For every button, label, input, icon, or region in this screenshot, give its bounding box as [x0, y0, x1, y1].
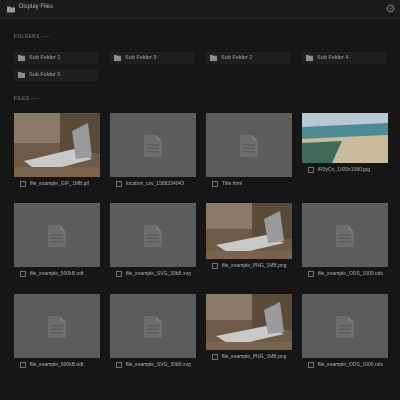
window-title: Display Files [19, 4, 54, 10]
file-thumbnail [206, 294, 292, 350]
folder-icon [114, 55, 121, 61]
file-icon [212, 354, 218, 360]
file-thumbnail [110, 294, 196, 358]
file-icon [308, 167, 314, 173]
file-name: file_example_PNG_1MB.png [222, 354, 287, 360]
folder-item[interactable]: Sub Folder 1 [14, 52, 98, 64]
document-icon [336, 316, 354, 338]
document-icon [336, 225, 354, 247]
file-thumbnail [110, 203, 196, 267]
file-name: file_example_SVG_30kB.svg [126, 271, 191, 277]
folder-icon [18, 72, 25, 78]
file-caption: file_example_SVG_30kB.svg [110, 269, 196, 279]
file-caption: file_example_ODS_1000.ods [302, 360, 388, 370]
file-icon [20, 181, 26, 187]
document-icon [240, 135, 258, 157]
document-icon [48, 316, 66, 338]
file-icon [116, 181, 122, 187]
file-icon [308, 271, 314, 277]
file-thumbnail [302, 294, 388, 358]
folder-item[interactable]: Sub Folder 4 [302, 52, 386, 64]
file-thumbnail [302, 203, 388, 267]
folder-item[interactable]: Sub Folder 5 [14, 69, 98, 81]
file-name: location_csv_1588334043 [126, 181, 185, 187]
file-caption: file_example_ODS_1000.ods [302, 269, 388, 279]
document-icon [144, 316, 162, 338]
file-caption: file_example_500kB.odt [14, 360, 100, 370]
file-icon [212, 263, 218, 269]
file-thumbnail [14, 294, 100, 358]
file-thumbnail [302, 113, 388, 163]
file-name: file_example_ODS_1000.ods [318, 271, 384, 277]
document-icon [48, 225, 66, 247]
file-icon [308, 362, 314, 368]
file-caption: file_example_500kB.odt [14, 269, 100, 279]
file-icon [116, 271, 122, 277]
folder-icon [306, 55, 313, 61]
file-thumbnail [14, 203, 100, 267]
folder-item[interactable]: Sub Folder 2 [206, 52, 290, 64]
file-name: iR3yCn_1920x1080.jpg [318, 167, 370, 173]
folder-label: Sub Folder 2 [221, 55, 253, 61]
file-caption: Title.html [206, 179, 292, 189]
file-icon [116, 362, 122, 368]
folder-icon [210, 55, 217, 61]
file-caption: file_example_PNG_1MB.png [206, 261, 292, 271]
file-thumbnail [14, 113, 100, 177]
file-name: file_example_ODS_1000.ods [318, 362, 384, 368]
folder-label: Sub Folder 1 [29, 55, 61, 61]
folder-label: Sub Folder 4 [317, 55, 349, 61]
file-icon [20, 271, 26, 277]
files-section-label: FILES ---- [14, 96, 39, 102]
folder-item[interactable]: Sub Folder 3 [110, 52, 194, 64]
file-thumbnail [206, 203, 292, 259]
file-caption: file_example_PNG_1MB.png [206, 352, 292, 362]
file-name: file_example_GIF_1MB.gif [30, 181, 89, 187]
file-icon [212, 181, 218, 187]
document-icon [144, 225, 162, 247]
file-caption: iR3yCn_1920x1080.jpg [302, 165, 388, 175]
file-thumbnail [110, 113, 196, 177]
document-icon [144, 135, 162, 157]
file-name: file_example_PNG_1MB.png [222, 263, 287, 269]
folder-label: Sub Folder 5 [29, 72, 61, 78]
folder-icon [18, 55, 25, 61]
file-name: file_example_500kB.odt [30, 271, 84, 277]
window-titlebar: Display Files [0, 0, 400, 19]
file-thumbnail [206, 113, 292, 177]
folder-icon [7, 5, 15, 13]
file-icon [20, 362, 26, 368]
file-name: file_example_500kB.odt [30, 362, 84, 368]
file-caption: file_example_SVG_30kB.svg [110, 360, 196, 370]
settings-icon[interactable] [385, 3, 396, 14]
file-name: file_example_SVG_30kB.svg [126, 362, 191, 368]
file-name: Title.html [222, 181, 243, 187]
file-caption: location_csv_1588334043 [110, 179, 196, 189]
folder-label: Sub Folder 3 [125, 55, 157, 61]
folders-section-label: FOLDERS ---- [14, 34, 50, 40]
file-caption: file_example_GIF_1MB.gif [14, 179, 100, 189]
